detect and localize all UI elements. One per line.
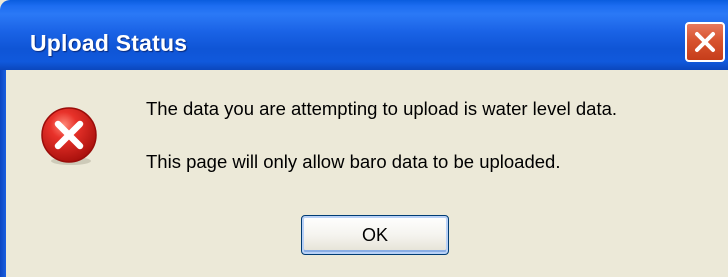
ok-button[interactable]: OK [301, 215, 449, 255]
dialog-title: Upload Status [30, 30, 188, 56]
close-icon [695, 32, 715, 52]
error-icon [41, 107, 97, 165]
message-line-1: The data you are attempting to upload is… [146, 98, 618, 119]
title-bar[interactable]: Upload Status [0, 0, 728, 70]
message-line-2: This page will only allow baro data to b… [146, 151, 561, 172]
upload-status-dialog: Upload Status The data you are attemptin… [0, 0, 728, 277]
close-button[interactable] [685, 22, 725, 62]
